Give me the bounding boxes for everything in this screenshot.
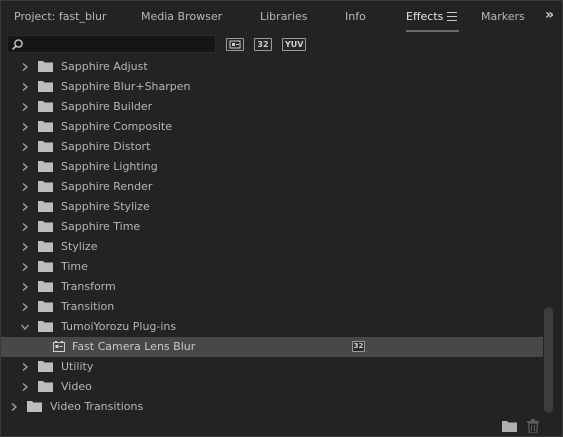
tree-item-label: Stylize <box>61 240 98 253</box>
tree-item-label: Sapphire Stylize <box>61 200 150 213</box>
tree-item-time[interactable]: Time <box>1 257 543 277</box>
tree-item-label: Time <box>61 260 88 273</box>
folder-icon <box>38 121 53 132</box>
tree-item-sapphire-adjust[interactable]: Sapphire Adjust <box>1 57 543 77</box>
tab-media-browser[interactable]: Media Browser <box>141 9 222 27</box>
effect-icon <box>53 341 65 352</box>
tree-item-sapphire-lighting[interactable]: Sapphire Lighting <box>1 157 543 177</box>
tree-item-label: Sapphire Composite <box>61 120 172 133</box>
chevron-right-icon[interactable] <box>20 62 30 72</box>
tree-item-sapphire-time[interactable]: Sapphire Time <box>1 217 543 237</box>
panel-menu-icon[interactable] <box>447 12 457 21</box>
tab-overflow-icon[interactable]: » <box>545 7 554 23</box>
folder-icon <box>38 321 53 332</box>
tab-info[interactable]: Info <box>345 9 366 27</box>
tree-item-label: TumoiYorozu Plug-ins <box>61 320 177 333</box>
tree-item-label: Sapphire Blur+Sharpen <box>61 80 191 93</box>
tab-project[interactable]: Project: fast_blur <box>14 9 107 27</box>
folder-icon <box>38 81 53 92</box>
tree-item-sapphire-distort[interactable]: Sapphire Distort <box>1 137 543 157</box>
search-input[interactable] <box>26 37 212 51</box>
folder-icon <box>27 401 42 412</box>
chevron-right-icon[interactable] <box>20 262 30 272</box>
chevron-right-icon[interactable] <box>20 282 30 292</box>
tree-item-tumoiyorozu-plugins[interactable]: TumoiYorozu Plug-ins <box>1 317 543 337</box>
effects-tree: Sapphire Adjust Sapphire Blur+Sharpen Sa… <box>1 57 543 417</box>
chevron-down-icon[interactable] <box>20 322 30 332</box>
folder-icon <box>38 141 53 152</box>
tree-item-sapphire-builder[interactable]: Sapphire Builder <box>1 97 543 117</box>
folder-icon <box>38 261 53 272</box>
chevron-right-icon[interactable] <box>20 362 30 372</box>
chevron-right-icon[interactable] <box>20 182 30 192</box>
chevron-right-icon[interactable] <box>20 202 30 212</box>
chevron-right-icon[interactable] <box>9 402 19 412</box>
chevron-right-icon[interactable] <box>20 242 30 252</box>
tree-item-label: Fast Camera Lens Blur <box>72 340 196 353</box>
folder-icon <box>38 161 53 172</box>
chevron-right-icon[interactable] <box>20 162 30 172</box>
yuv-filter-icon[interactable]: YUV <box>282 38 307 51</box>
active-tab-indicator <box>406 30 459 32</box>
new-bin-icon[interactable] <box>502 420 517 432</box>
tree-item-label: Sapphire Render <box>61 180 153 193</box>
folder-icon <box>38 241 53 252</box>
tree-item-utility[interactable]: Utility <box>1 357 543 377</box>
chevron-right-icon[interactable] <box>20 122 30 132</box>
chevron-right-icon[interactable] <box>20 102 30 112</box>
chevron-right-icon[interactable] <box>20 382 30 392</box>
tab-bar: Project: fast_blur Media Browser Librari… <box>1 1 562 33</box>
tree-item-label: Video <box>61 380 92 393</box>
tree-item-transition[interactable]: Transition <box>1 297 543 317</box>
tab-markers[interactable]: Markers <box>481 9 525 27</box>
tree-item-label: Video Transitions <box>50 400 144 413</box>
scrollbar-thumb[interactable] <box>544 307 553 413</box>
tab-libraries[interactable]: Libraries <box>260 9 308 27</box>
tree-item-label: Transition <box>61 300 115 313</box>
folder-icon <box>38 201 53 212</box>
folder-icon <box>38 361 53 372</box>
folder-icon <box>38 61 53 72</box>
delete-icon[interactable] <box>527 419 539 433</box>
folder-icon <box>38 281 53 292</box>
tree-item-stylize[interactable]: Stylize <box>1 237 543 257</box>
tree-item-label: Sapphire Lighting <box>61 160 158 173</box>
tree-item-label: Sapphire Adjust <box>61 60 148 73</box>
tree-item-label: Sapphire Distort <box>61 140 151 153</box>
chevron-right-icon[interactable] <box>20 82 30 92</box>
tree-item-transform[interactable]: Transform <box>1 277 543 297</box>
tree-item-video-transitions[interactable]: Video Transitions <box>1 397 543 417</box>
tree-item-label: Sapphire Time <box>61 220 141 233</box>
tree-item-label: Sapphire Builder <box>61 100 153 113</box>
tree-item-sapphire-composite[interactable]: Sapphire Composite <box>1 117 543 137</box>
search-icon <box>12 39 23 50</box>
tree-item-label: Transform <box>61 280 116 293</box>
tree-item-fast-camera-lens-blur[interactable]: Fast Camera Lens Blur 32 <box>1 337 543 357</box>
accelerated-effects-icon[interactable] <box>226 38 244 51</box>
folder-icon <box>38 221 53 232</box>
search-field[interactable] <box>7 35 216 53</box>
folder-icon <box>38 381 53 392</box>
chevron-right-icon[interactable] <box>20 302 30 312</box>
tree-item-sapphire-render[interactable]: Sapphire Render <box>1 177 543 197</box>
chevron-right-icon[interactable] <box>20 222 30 232</box>
folder-icon <box>38 101 53 112</box>
tree-item-sapphire-stylize[interactable]: Sapphire Stylize <box>1 197 543 217</box>
tree-item-sapphire-blur-sharpen[interactable]: Sapphire Blur+Sharpen <box>1 77 543 97</box>
folder-icon <box>38 301 53 312</box>
tree-item-label: Utility <box>61 360 94 373</box>
32bit-filter-icon[interactable]: 32 <box>254 38 272 51</box>
effects-panel: Project: fast_blur Media Browser Librari… <box>0 0 563 437</box>
chevron-right-icon[interactable] <box>20 142 30 152</box>
tab-effects[interactable]: Effects <box>406 9 443 27</box>
32bit-badge: 32 <box>352 341 365 352</box>
folder-icon <box>38 181 53 192</box>
tree-item-video[interactable]: Video <box>1 377 543 397</box>
